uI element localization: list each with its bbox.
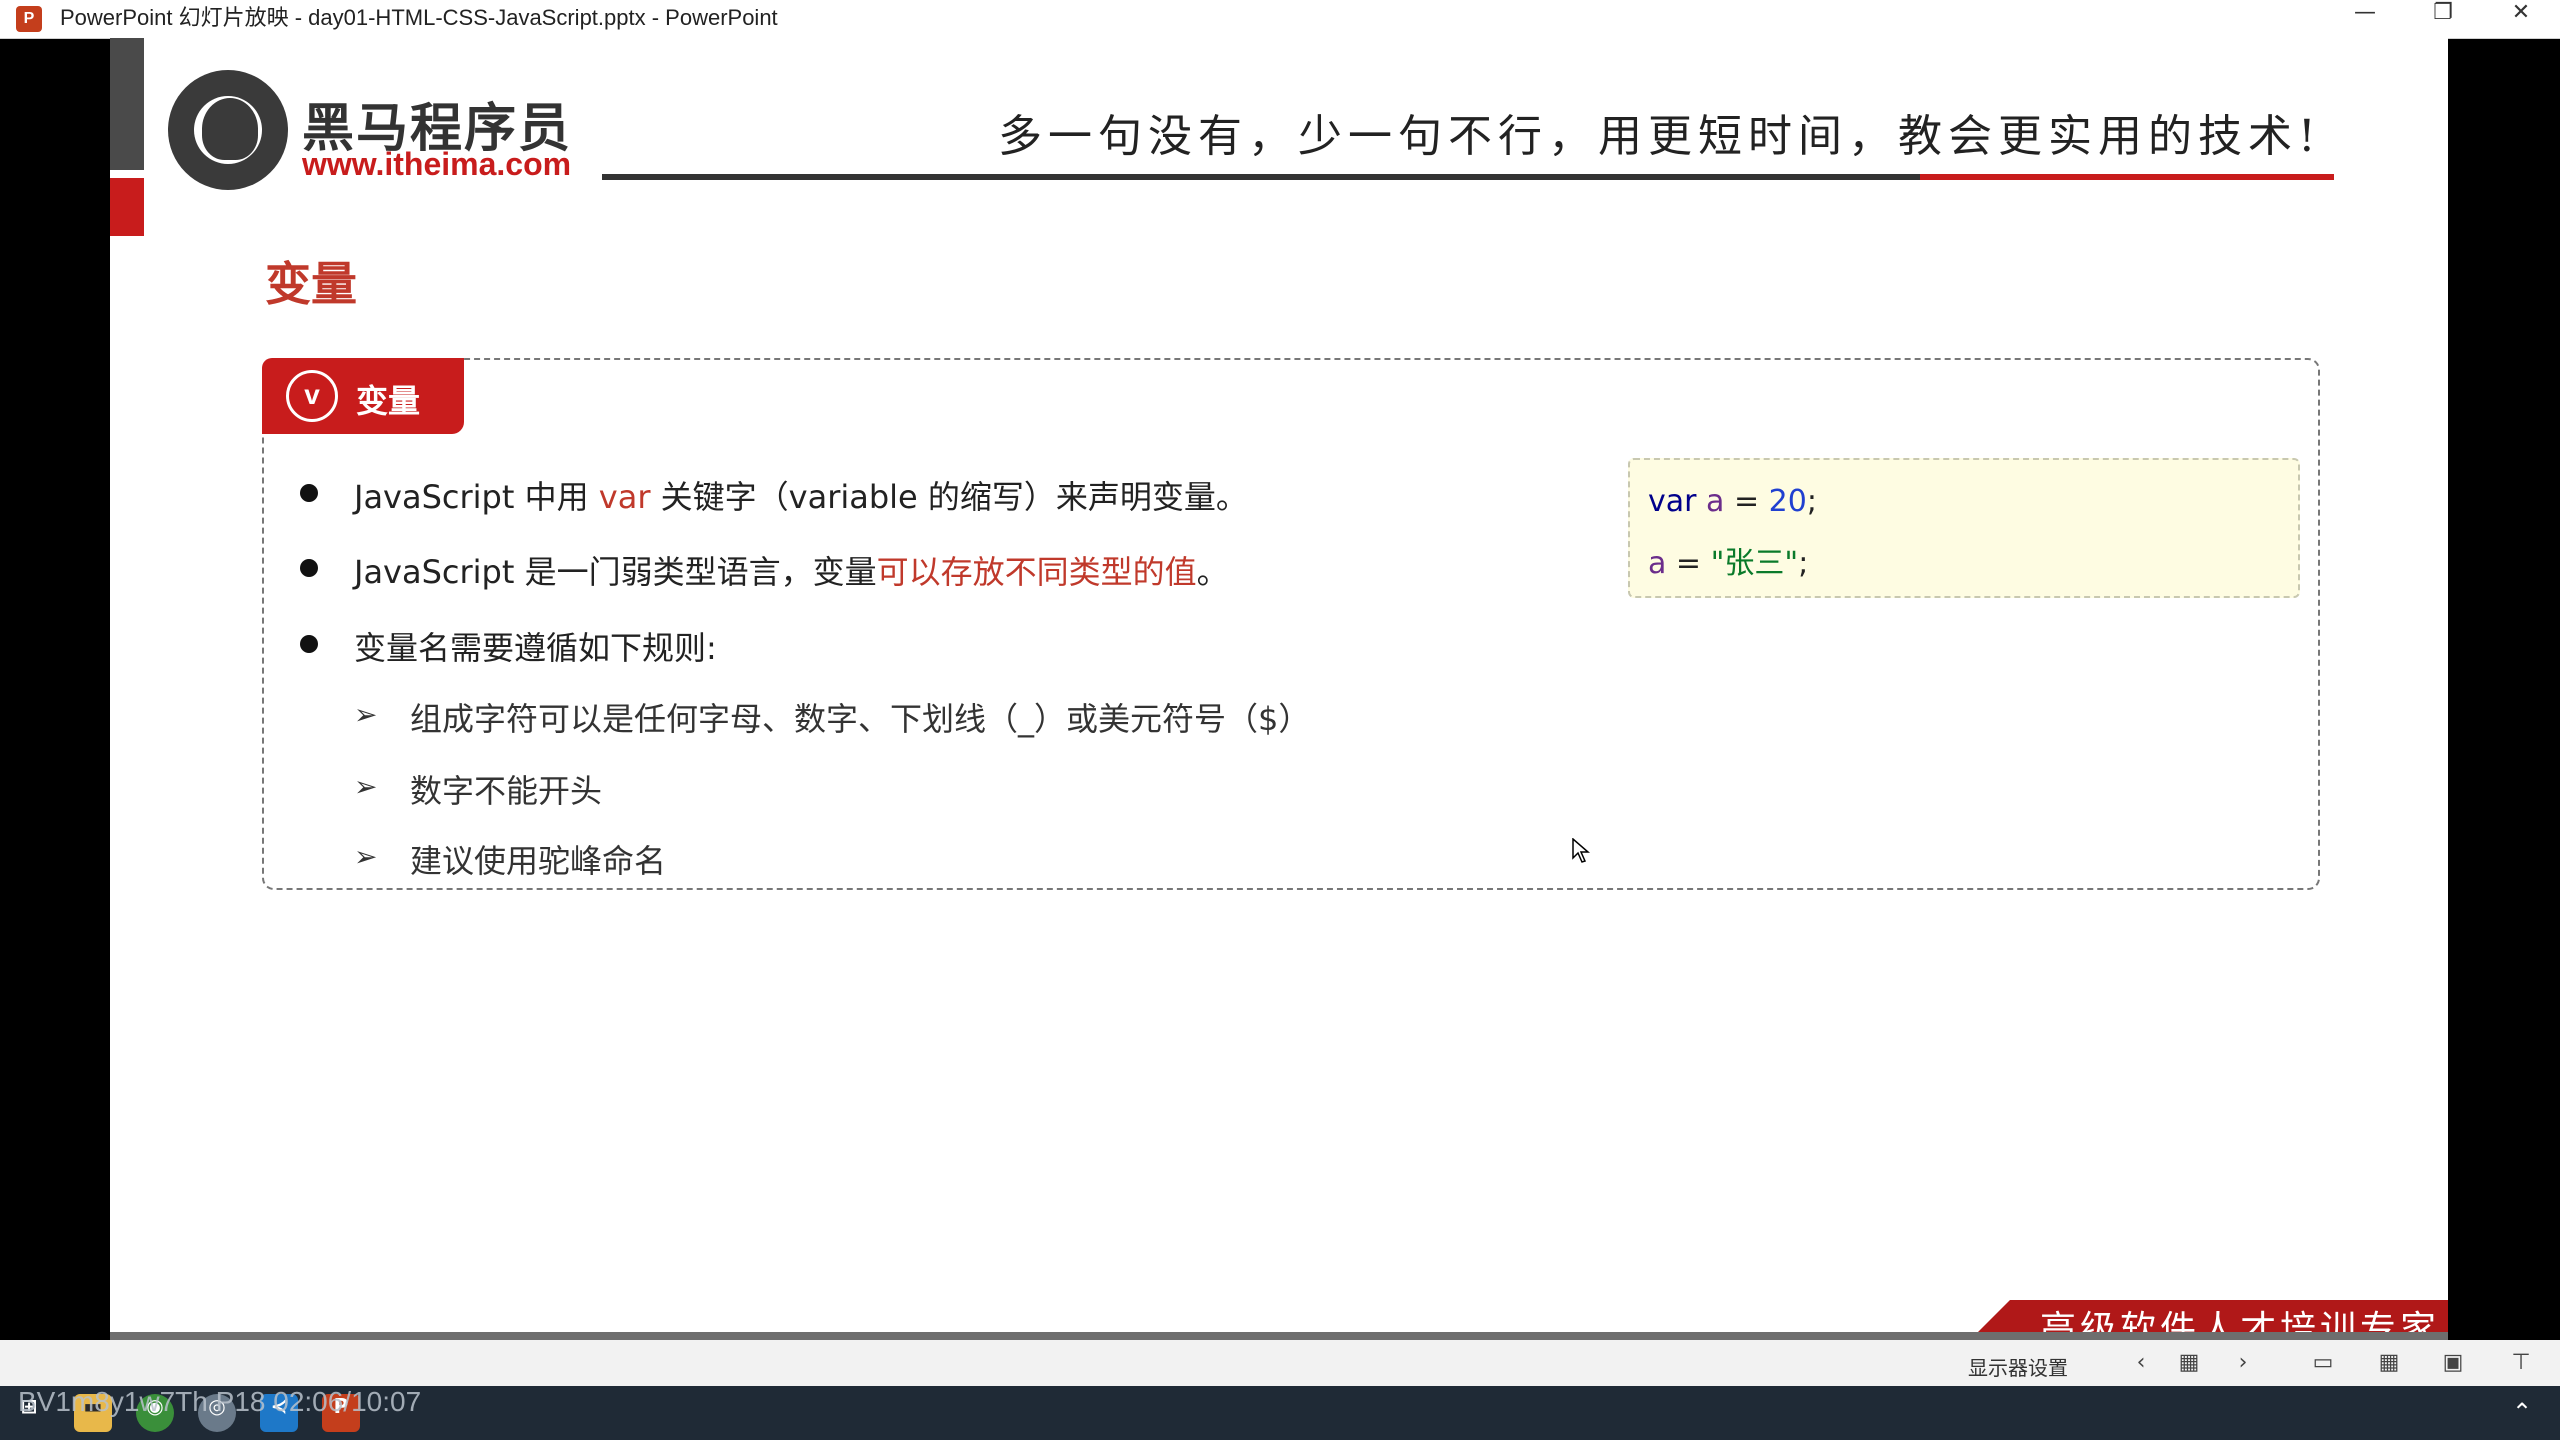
reading-view-icon[interactable]: ▣ (2440, 1350, 2466, 1376)
bullet-icon (300, 484, 318, 502)
bullet-2-text-start: JavaScript 是一门弱类型语言，变量 (354, 553, 877, 591)
bullet-2-text-end: 。 (1196, 553, 1229, 591)
bullet-line-1: JavaScript 中用 var 关键字（variable 的缩写）来声明变量… (354, 472, 1248, 518)
code-identifier: a (1648, 546, 1667, 581)
bullet-icon (300, 559, 318, 577)
code-string: "张三" (1710, 546, 1799, 581)
logo-url: www.itheima.com (302, 146, 572, 182)
slide-canvas[interactable]: 黑马程序员 www.itheima.com 多一句没有，少一句不行，用更短时间，… (110, 38, 2448, 1340)
previous-slide-icon[interactable]: ‹ (2128, 1350, 2154, 1376)
tray-chevron-up-icon[interactable]: ⌃ (2512, 1398, 2532, 1426)
header-rule-dark (602, 174, 1922, 180)
slogan: 多一句没有，少一句不行，用更短时间，教会更实用的技术! (998, 111, 2322, 162)
code-number: 20 (1768, 484, 1807, 519)
rule-item: 组成字符可以是任何字母、数字、下划线（_）或美元符号（$） (410, 700, 1311, 738)
minimize-button[interactable]: — (2330, 0, 2400, 38)
code-line-1: var a = 20; (1648, 484, 1817, 519)
content-box-title: 变量 (356, 382, 421, 420)
slide-grid-icon[interactable]: ▦ (2176, 1350, 2202, 1376)
bullet-1-text-end: 关键字（variable 的缩写）来声明变量。 (650, 478, 1248, 516)
slide-sorter-icon[interactable]: ▦ (2376, 1350, 2402, 1376)
side-accent-red (110, 178, 144, 236)
mouse-pointer-icon (1572, 838, 1590, 863)
powerpoint-app-icon[interactable]: P (16, 6, 42, 32)
var-keyword: var (598, 478, 651, 516)
close-button[interactable]: ✕ (2486, 0, 2556, 38)
rule-item: 建议使用驼峰命名 (410, 842, 667, 880)
code-semicolon: ; (1806, 484, 1817, 519)
section-title: 变量 (265, 257, 357, 311)
arrow-bullet-icon: ➢ (354, 698, 378, 731)
window-title: PowerPoint 幻灯片放映 - day01-HTML-CSS-JavaSc… (60, 5, 778, 30)
code-operator: = (1666, 546, 1711, 581)
slide-bottom-bar (110, 1332, 2448, 1340)
normal-view-icon[interactable]: ▭ (2310, 1350, 2336, 1376)
bullet-line-3: 变量名需要遵循如下规则: (354, 629, 717, 667)
video-watermark: BV1m8y1w7Th P18 02:06/10:07 (18, 1386, 422, 1417)
code-identifier: a (1706, 484, 1725, 519)
bullet-1-text-start: JavaScript 中用 (354, 478, 599, 516)
arrow-bullet-icon: ➢ (354, 840, 378, 873)
code-semicolon: ; (1798, 546, 1809, 581)
code-keyword: var (1648, 484, 1697, 519)
code-operator: = (1724, 484, 1769, 519)
display-settings-button[interactable]: 显示器设置 (1968, 1352, 2068, 1381)
side-accent-dark (110, 38, 144, 170)
arrow-bullet-icon: ➢ (354, 770, 378, 803)
header-rule-red (1920, 174, 2334, 180)
code-line-2: a = "张三"; (1648, 538, 1808, 582)
logo-horse-head-icon (202, 98, 258, 160)
slideshow-view-icon[interactable]: ⊤ (2508, 1350, 2534, 1376)
restore-button[interactable]: ❐ (2408, 0, 2478, 38)
v-badge-icon: v (286, 370, 338, 422)
bullet-line-2: JavaScript 是一门弱类型语言，变量可以存放不同类型的值。 (354, 547, 1229, 593)
bullet-icon (300, 635, 318, 653)
next-slide-icon[interactable]: › (2230, 1350, 2256, 1376)
rule-item: 数字不能开头 (410, 772, 603, 810)
bullet-2-highlight: 可以存放不同类型的值 (876, 553, 1197, 591)
